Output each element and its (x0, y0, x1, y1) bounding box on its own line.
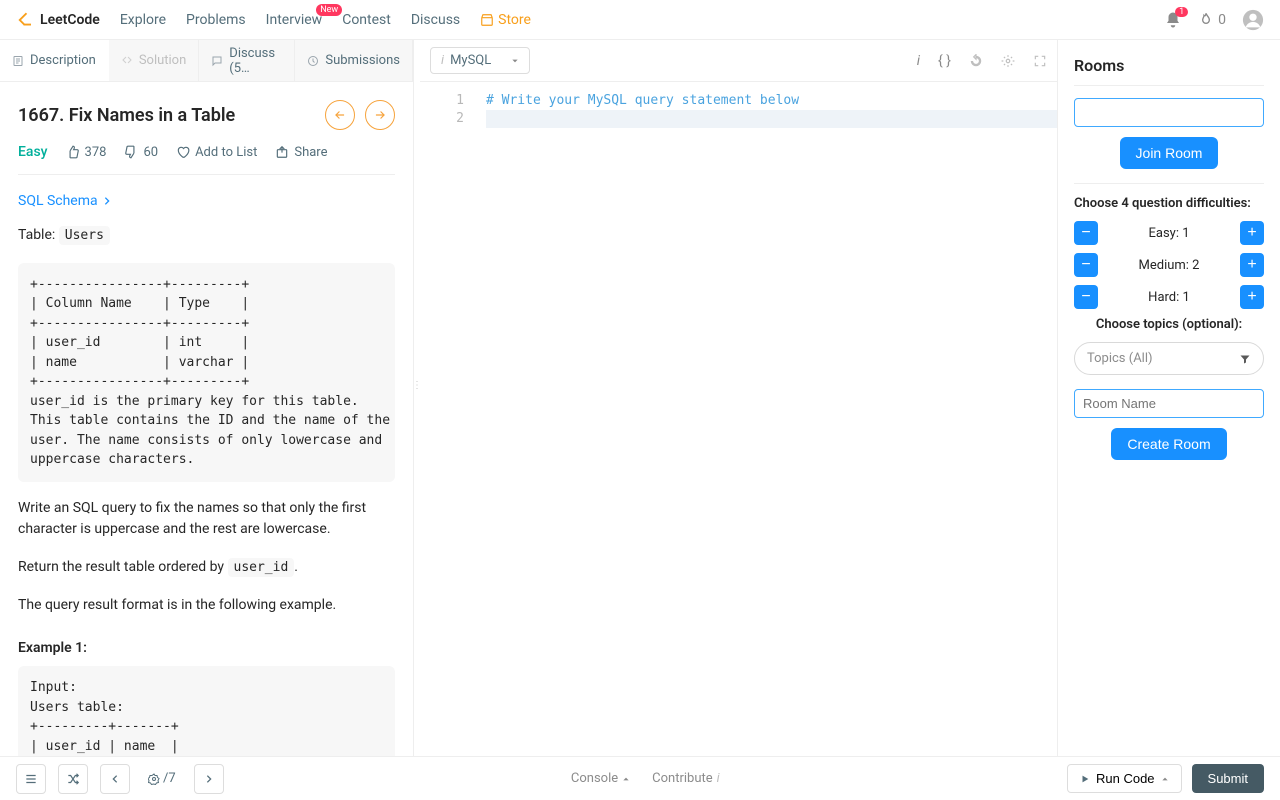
notifications-icon[interactable]: 1 (1164, 11, 1182, 29)
description-pane: Description Solution Discuss (5… Submiss… (0, 40, 414, 756)
nav-discuss[interactable]: Discuss (411, 12, 460, 28)
contribute-link[interactable]: Contribute i (652, 771, 720, 786)
topics-select[interactable]: Topics (All) (1074, 342, 1264, 375)
play-icon (1080, 774, 1090, 784)
join-room-button[interactable]: Join Room (1120, 137, 1219, 169)
rooms-panel: Rooms Join Room Choose 4 question diffic… (1058, 40, 1280, 756)
pane-resize-handle[interactable] (414, 40, 420, 756)
line-gutter: 1 2 (420, 82, 476, 756)
medium-plus-button[interactable]: + (1240, 253, 1264, 277)
nav-interview[interactable]: Interview New (266, 12, 323, 28)
example-label: Example 1: (18, 640, 395, 656)
chevron-up-icon (1161, 775, 1169, 783)
room-name-input[interactable] (1074, 389, 1264, 418)
para1: Write an SQL query to fix the names so t… (18, 498, 395, 541)
notif-count: 1 (1175, 7, 1188, 17)
medium-count: Medium: 2 (1139, 258, 1200, 273)
medium-minus-button[interactable]: − (1074, 253, 1098, 277)
code-editor[interactable]: 1 2 # Write your MySQL query statement b… (420, 82, 1057, 756)
editor-pane: i MySQL i { } 1 (420, 40, 1058, 756)
chevron-down-icon (511, 57, 519, 65)
run-code-button[interactable]: Run Code (1067, 764, 1182, 793)
progress-indicator: /7 (142, 771, 182, 786)
easy-minus-button[interactable]: − (1074, 221, 1098, 245)
submissions-icon (307, 55, 319, 67)
next-problem-button[interactable] (365, 100, 395, 130)
nav-contest[interactable]: Contest (342, 12, 391, 28)
editor-braces-icon[interactable]: { } (938, 53, 951, 69)
tab-solution[interactable]: Solution (109, 40, 199, 81)
next-button[interactable] (194, 764, 224, 794)
leetcode-logo-icon (16, 11, 34, 29)
nav-explore[interactable]: Explore (120, 12, 166, 28)
rooms-heading: Rooms (1074, 56, 1264, 86)
problem-list-button[interactable] (16, 764, 46, 794)
avatar-icon[interactable] (1242, 9, 1264, 31)
problem-tabs: Description Solution Discuss (5… Submiss… (0, 40, 413, 82)
code-line-2 (486, 110, 1057, 128)
nav-store[interactable]: Store (480, 12, 531, 28)
tab-submissions[interactable]: Submissions (295, 40, 413, 81)
editor-reset-icon[interactable] (969, 53, 983, 69)
discuss-icon (211, 55, 223, 67)
description-icon (12, 55, 24, 67)
brand-text: LeetCode (40, 12, 100, 28)
filter-icon (1239, 353, 1251, 365)
shuffle-button[interactable] (58, 764, 88, 794)
console-toggle[interactable]: Console (571, 771, 630, 786)
bottom-bar: /7 Console Contribute i Run Code Submit (0, 756, 1280, 800)
submit-button[interactable]: Submit (1192, 764, 1264, 793)
dislike-button[interactable]: 60 (124, 145, 158, 160)
info-icon: i (717, 771, 720, 786)
sql-schema-link[interactable]: SQL Schema (18, 193, 112, 209)
editor-fullscreen-icon[interactable] (1033, 53, 1047, 69)
info-icon: i (441, 53, 444, 68)
example-block: Input: Users table: +---------+-------+ … (18, 666, 395, 756)
streak-icon[interactable]: 0 (1198, 12, 1226, 28)
choose-difficulties-label: Choose 4 question difficulties: (1074, 196, 1264, 211)
top-navbar: LeetCode Explore Problems Interview New … (0, 0, 1280, 40)
code-line-1: # Write your MySQL query statement below (486, 93, 799, 108)
schema-block: +----------------+---------+ | Column Na… (18, 263, 395, 482)
table-intro: Table: Users (18, 225, 395, 247)
prev-button[interactable] (100, 764, 130, 794)
easy-plus-button[interactable]: + (1240, 221, 1264, 245)
hard-plus-button[interactable]: + (1240, 285, 1264, 309)
hard-minus-button[interactable]: − (1074, 285, 1098, 309)
share-button[interactable]: Share (275, 145, 327, 160)
chevron-up-icon (622, 775, 630, 783)
choose-topics-label: Choose topics (optional): (1074, 317, 1264, 332)
new-badge: New (316, 4, 342, 16)
editor-info-icon[interactable]: i (917, 53, 920, 69)
tab-description[interactable]: Description (0, 40, 109, 81)
language-select[interactable]: i MySQL (430, 47, 530, 74)
problem-title: 1667. Fix Names in a Table (18, 105, 235, 126)
tab-discuss[interactable]: Discuss (5… (199, 40, 295, 81)
easy-count: Easy: 1 (1149, 226, 1190, 241)
logo[interactable]: LeetCode (16, 11, 100, 29)
difficulty-badge: Easy (18, 144, 48, 160)
solution-icon (121, 55, 133, 67)
para2: Return the result table ordered by user_… (18, 557, 395, 579)
add-to-list-button[interactable]: Add to List (176, 145, 257, 160)
para3: The query result format is in the follow… (18, 595, 395, 617)
like-button[interactable]: 378 (66, 145, 107, 160)
prev-problem-button[interactable] (325, 100, 355, 130)
nav-problems[interactable]: Problems (186, 12, 246, 28)
hard-count: Hard: 1 (1148, 290, 1190, 305)
editor-settings-icon[interactable] (1001, 53, 1015, 69)
create-room-button[interactable]: Create Room (1111, 428, 1226, 460)
join-room-input[interactable] (1074, 98, 1264, 127)
